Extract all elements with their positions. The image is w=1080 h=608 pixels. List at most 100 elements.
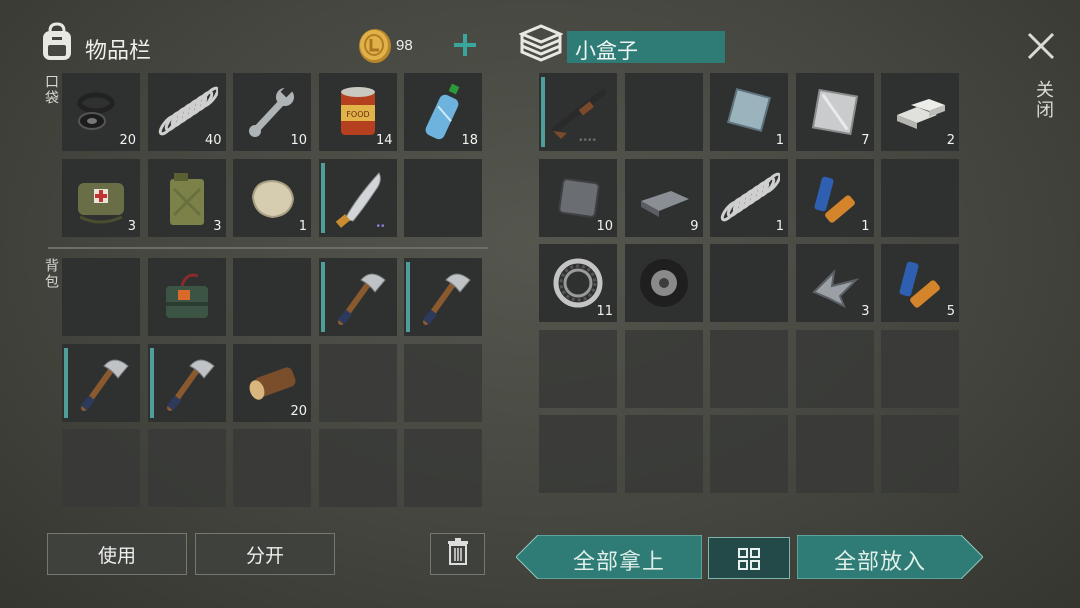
coin-count: 98 — [396, 37, 413, 54]
inventory-slot[interactable] — [881, 329, 959, 408]
box-icon — [518, 23, 564, 63]
inventory-slot[interactable]: 1 — [233, 158, 311, 237]
inventory-slot[interactable]: 10 — [233, 73, 311, 151]
spring-icon — [718, 167, 782, 229]
inventory-slot[interactable] — [710, 329, 788, 408]
inventory-slot[interactable] — [404, 429, 482, 507]
item-count: 1 — [775, 133, 784, 148]
pocket-divider — [48, 247, 488, 249]
inventory-slot[interactable] — [624, 415, 703, 493]
inventory-slot[interactable] — [539, 329, 617, 408]
item-count: 1 — [775, 218, 784, 234]
first-aid-bag-icon — [70, 167, 132, 229]
inventory-slot[interactable] — [318, 343, 397, 422]
inventory-slot[interactable]: 3 — [147, 158, 226, 237]
inventory-slot[interactable]: 1 — [795, 158, 874, 237]
inventory-slot[interactable] — [318, 258, 397, 336]
coin-icon — [357, 26, 393, 64]
metal-ingot-icon — [889, 81, 951, 143]
hatchet-icon — [412, 266, 474, 328]
inventory-slot[interactable] — [62, 258, 140, 336]
machete-icon — [327, 167, 389, 229]
inventory-slot[interactable] — [233, 429, 311, 507]
stone-icon — [241, 167, 303, 229]
take-all-label: 全部拿上 — [572, 549, 665, 574]
durability-bar — [320, 162, 325, 233]
inventory-slot[interactable] — [710, 244, 788, 322]
inventory-slot[interactable]: 1 — [710, 158, 788, 237]
battery-icon — [889, 252, 951, 314]
item-count: 2 — [946, 133, 955, 148]
inventory-slot[interactable] — [624, 244, 703, 322]
inventory-slot[interactable] — [147, 429, 226, 507]
inventory-slot[interactable]: 11 — [539, 244, 617, 322]
inventory-slot[interactable]: 18 — [404, 73, 482, 151]
inventory-slot[interactable]: 9 — [624, 158, 703, 237]
inventory-slot[interactable]: 5 — [881, 244, 959, 322]
inventory-slot[interactable]: 2 — [881, 73, 959, 151]
inventory-slot[interactable] — [62, 343, 140, 422]
item-count: 3 — [213, 218, 222, 234]
hatchet-icon — [70, 352, 132, 414]
item-count: 10 — [290, 133, 307, 148]
inventory-slot[interactable]: 20 — [62, 73, 140, 151]
sort-grid-button[interactable] — [708, 537, 790, 579]
battery-icon — [804, 167, 866, 229]
inventory-slot[interactable]: 7 — [795, 73, 874, 151]
grid-sort-icon — [737, 547, 761, 576]
trash-button[interactable] — [430, 533, 485, 575]
item-count: 18 — [461, 133, 478, 148]
hatchet-icon — [327, 266, 389, 328]
put-all-label: 全部放入 — [833, 549, 926, 574]
split-button[interactable]: 分开 — [195, 533, 335, 575]
item-count: 7 — [861, 133, 870, 148]
item-count: 11 — [596, 304, 613, 319]
inventory-slot[interactable]: FOOD 14 — [318, 73, 397, 151]
inventory-slot[interactable] — [404, 343, 482, 422]
scrap-metal-icon — [804, 252, 866, 314]
use-button[interactable]: 使用 — [47, 533, 187, 575]
inventory-slot[interactable]: 3 — [62, 158, 140, 237]
durability-bar — [541, 77, 545, 147]
inventory-slot[interactable]: 10 — [539, 158, 617, 237]
inventory-slot[interactable]: 40 — [147, 73, 226, 151]
inventory-slot[interactable] — [881, 158, 959, 237]
put-all-button[interactable]: 全部放入 — [797, 535, 983, 579]
close-icon[interactable] — [1027, 32, 1055, 60]
trash-icon — [446, 537, 470, 571]
inventory-slot[interactable]: •••• — [539, 73, 617, 151]
inventory-slot[interactable] — [404, 258, 482, 336]
inventory-slot[interactable]: 3 — [795, 244, 874, 322]
close-label[interactable]: 关闭 — [1031, 80, 1057, 120]
inventory-slot[interactable]: 1 — [710, 73, 788, 151]
ammo-dots: •••• — [579, 135, 598, 146]
inventory-slot[interactable] — [539, 415, 617, 493]
item-count: 5 — [946, 304, 955, 319]
jerrycan-icon — [156, 167, 218, 229]
item-count: 10 — [596, 218, 613, 234]
svg-text:FOOD: FOOD — [346, 110, 369, 119]
inventory-slot[interactable] — [62, 429, 140, 507]
durability-bar — [149, 347, 154, 418]
backpack-icon — [38, 22, 76, 62]
inventory-slot[interactable]: •• — [318, 158, 397, 237]
inventory-slot[interactable] — [147, 343, 226, 422]
inventory-slot[interactable] — [624, 73, 703, 151]
durability-bar — [320, 262, 325, 332]
inventory-slot[interactable] — [624, 329, 703, 408]
inventory-slot[interactable]: 20 — [233, 343, 311, 422]
inventory-slot[interactable] — [710, 415, 788, 493]
inventory-slot[interactable] — [147, 258, 226, 336]
inventory-slot[interactable] — [233, 258, 311, 336]
inventory-slot[interactable] — [318, 429, 397, 507]
inventory-slot[interactable] — [795, 415, 874, 493]
durability-bar — [406, 262, 410, 332]
take-all-button[interactable]: 全部拿上 — [516, 535, 702, 579]
add-coins-icon[interactable] — [452, 32, 478, 58]
inventory-slot[interactable] — [795, 329, 874, 408]
tire-icon — [633, 252, 695, 314]
inventory-slot[interactable] — [404, 158, 482, 237]
item-count: 20 — [119, 133, 136, 148]
inventory-slot[interactable] — [881, 415, 959, 493]
item-count: 1 — [298, 218, 307, 234]
